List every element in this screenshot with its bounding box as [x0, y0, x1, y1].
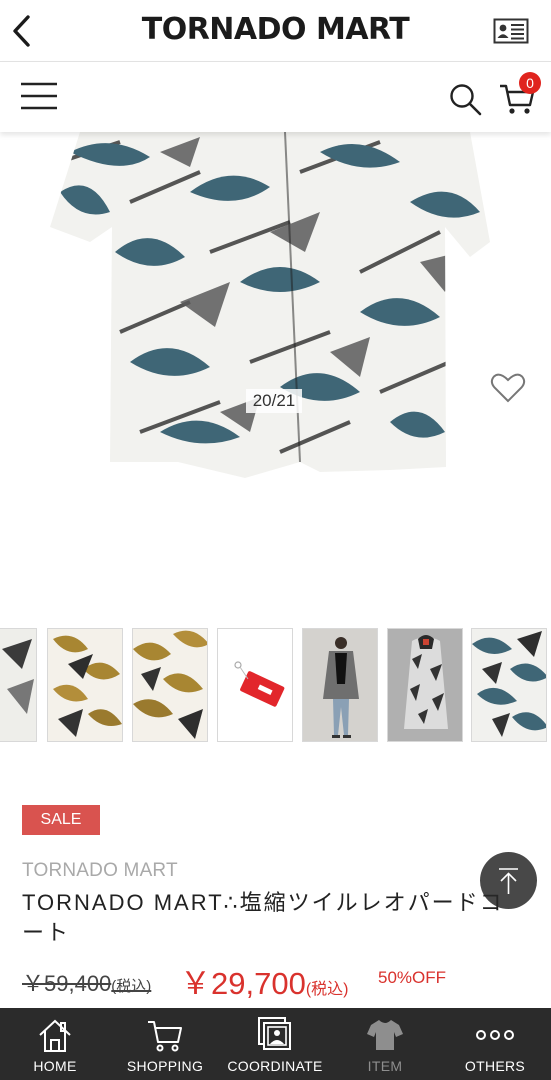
hamburger-icon — [21, 82, 57, 110]
nav-bar — [0, 62, 551, 132]
tshirt-icon — [367, 1020, 403, 1050]
tab-item[interactable]: ITEM — [330, 1008, 440, 1080]
thumbnail-image — [218, 629, 292, 741]
top-bar: TORNADO MART — [0, 0, 551, 62]
more-dots-icon — [476, 1030, 514, 1040]
image-counter: 20/21 — [246, 389, 302, 413]
thumbnail-image — [133, 629, 207, 741]
thumbnail-image — [472, 629, 546, 741]
tab-item-label: ITEM — [367, 1058, 403, 1074]
tab-home-label: HOME — [33, 1058, 77, 1074]
tab-others-label: OTHERS — [464, 1058, 526, 1074]
sale-price: ￥29,700(税込) — [180, 958, 349, 1003]
product-brand[interactable]: TORNADO MART — [22, 860, 178, 882]
thumbnail[interactable] — [132, 628, 208, 742]
original-price: ￥59,400(税込) — [22, 966, 151, 998]
site-logo[interactable]: TORNADO MART — [0, 12, 551, 47]
thumbnail-image — [48, 629, 122, 741]
cart-icon — [148, 1021, 182, 1052]
bottom-tab-bar: HOME SHOPPING COORDINATE ITEM OTHERS — [0, 1008, 551, 1080]
sale-badge: SALE — [22, 805, 100, 835]
price-row: ￥59,400(税込) ￥29,700(税込) 50%OFF — [22, 958, 542, 1001]
tab-coordinate[interactable]: COORDINATE — [220, 1008, 330, 1080]
thumbnail[interactable] — [302, 628, 378, 742]
member-card-icon — [493, 18, 529, 44]
arrow-up-icon — [499, 868, 518, 894]
product-title: TORNADO MART∴塩縮ツイルレオパードコート — [22, 890, 504, 945]
original-price-value: ￥59,400 — [22, 971, 112, 996]
thumbnail-image — [0, 629, 36, 741]
product-main-image[interactable] — [0, 132, 551, 602]
sale-price-value: ￥29,700 — [180, 966, 306, 1001]
member-card-button[interactable] — [493, 18, 529, 44]
thumbnail[interactable] — [387, 628, 463, 742]
original-price-tax: (税込) — [111, 978, 152, 995]
thumbnail-strip[interactable] — [0, 628, 551, 742]
tab-coordinate-label: COORDINATE — [227, 1058, 323, 1074]
scroll-to-top-button[interactable] — [480, 852, 537, 909]
thumbnail-image — [303, 629, 377, 741]
heart-icon — [490, 373, 526, 403]
thumbnail[interactable] — [217, 628, 293, 742]
cart-count-badge: 0 — [519, 72, 541, 94]
favorite-button[interactable] — [490, 372, 526, 404]
home-icon — [39, 1019, 71, 1052]
tab-others[interactable]: OTHERS — [440, 1008, 550, 1080]
coat-photo — [50, 132, 490, 478]
search-button[interactable] — [448, 82, 484, 116]
photos-icon — [258, 1017, 291, 1050]
thumbnail-image — [388, 629, 462, 741]
tab-home[interactable]: HOME — [0, 1008, 110, 1080]
tab-shopping-label: SHOPPING — [126, 1058, 204, 1074]
sale-price-tax: (税込) — [305, 981, 349, 998]
thumbnail[interactable] — [0, 628, 37, 742]
thumbnail[interactable] — [471, 628, 547, 742]
menu-button[interactable] — [20, 80, 58, 112]
tab-shopping[interactable]: SHOPPING — [110, 1008, 220, 1080]
search-icon — [450, 84, 482, 116]
thumbnail[interactable] — [47, 628, 123, 742]
discount-label: 50%OFF — [378, 968, 447, 987]
